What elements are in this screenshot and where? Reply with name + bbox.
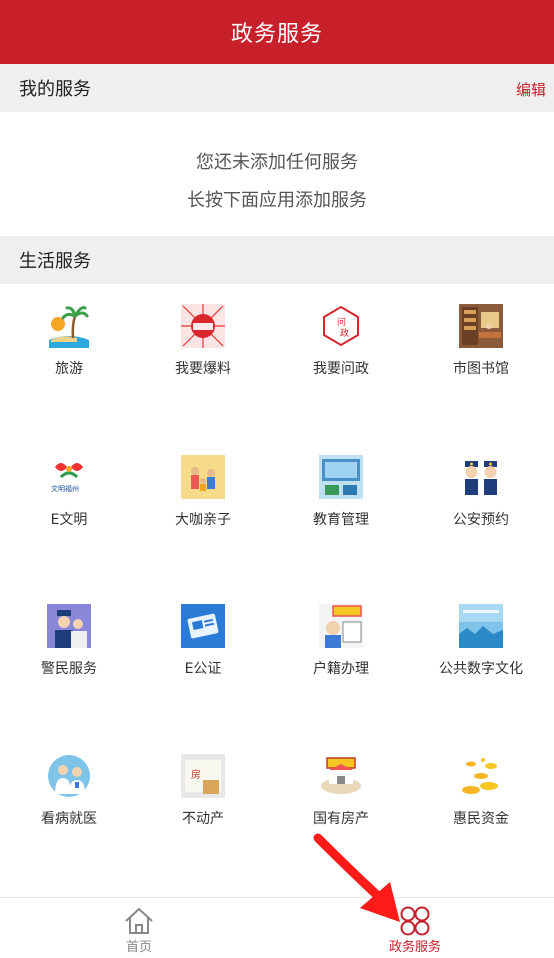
empty-hint-line2: 长按下面应用添加服务	[187, 190, 367, 211]
service-parent-child[interactable]: 大咖亲子	[134, 455, 272, 529]
service-label: 公安预约	[453, 512, 509, 528]
my-services-header: 我的服务 编辑	[0, 64, 554, 112]
service-label: E文明	[50, 512, 88, 528]
ask-government-icon: 问 政	[323, 305, 359, 347]
service-e-notary[interactable]: E公证	[134, 604, 272, 678]
service-label: 国有房产	[313, 811, 369, 827]
household-register-icon	[319, 604, 363, 648]
page-title: 政务服务	[230, 22, 323, 47]
service-label: 大咖亲子	[175, 512, 231, 528]
notary-icon	[181, 604, 225, 648]
parent-child-icon	[181, 455, 225, 499]
service-label: 看病就医	[41, 811, 97, 827]
life-services-title: 生活服务	[19, 251, 91, 272]
svg-text:问: 问	[337, 316, 346, 328]
service-label: 市图书馆	[453, 361, 509, 377]
service-label: 旅游	[55, 361, 83, 377]
education-icon	[319, 455, 363, 499]
service-ask-government[interactable]: 问 政 我要问政	[272, 304, 410, 378]
service-digital-culture[interactable]: 公共数字文化	[412, 604, 550, 678]
tab-gov-services-label: 政务服务	[388, 940, 441, 955]
service-label: 我要爆料	[175, 361, 231, 377]
service-label: 公共数字文化	[439, 661, 523, 677]
service-e-civilization[interactable]: 文明福州 E文明	[0, 455, 138, 529]
tab-home-label: 首页	[125, 940, 152, 955]
real-estate-icon: 房	[181, 754, 225, 798]
home-icon	[125, 907, 153, 934]
service-household-register[interactable]: 户籍办理	[272, 604, 410, 678]
service-library[interactable]: 市图书馆	[412, 304, 550, 378]
service-label: 教育管理	[313, 512, 369, 528]
tab-gov-services[interactable]: 政务服务	[345, 898, 485, 958]
service-label: 不动产	[182, 811, 224, 827]
library-icon	[459, 304, 503, 348]
service-news-tip[interactable]: 我要爆料	[134, 304, 272, 378]
app-header: 政务服务	[0, 0, 554, 64]
doctor-icon	[48, 755, 90, 797]
service-travel[interactable]: 旅游	[0, 304, 138, 378]
news-tip-icon	[181, 304, 225, 348]
service-label: 户籍办理	[313, 661, 369, 677]
service-real-estate[interactable]: 房 不动产	[134, 754, 272, 828]
service-label: 惠民资金	[453, 811, 509, 827]
police-service-icon	[47, 604, 91, 648]
digital-culture-icon	[459, 604, 503, 648]
gov-services-grid-icon	[400, 906, 430, 936]
palm-tree-icon	[49, 306, 89, 348]
service-education[interactable]: 教育管理	[272, 455, 410, 529]
my-services-title: 我的服务	[19, 79, 91, 100]
civilization-logo-icon: 文明福州	[50, 463, 88, 493]
service-police-service[interactable]: 警民服务	[0, 604, 138, 678]
coins-icon	[462, 758, 498, 794]
tab-home[interactable]: 首页	[69, 898, 209, 958]
service-police-appointment[interactable]: 公安预约	[412, 455, 550, 529]
service-benefit-fund[interactable]: 惠民资金	[412, 754, 550, 828]
state-property-icon	[321, 757, 361, 794]
service-doctor[interactable]: 看病就医	[0, 754, 138, 828]
empty-hint-line1: 您还未添加任何服务	[196, 152, 358, 173]
service-label: 警民服务	[41, 661, 97, 677]
svg-text:房: 房	[191, 768, 201, 781]
edit-button[interactable]: 编辑	[516, 79, 546, 100]
bottom-tab-bar: 首页 政务服务	[0, 897, 554, 958]
service-label: E公证	[184, 661, 222, 677]
life-services-header: 生活服务	[0, 236, 554, 284]
service-label: 我要问政	[313, 361, 369, 377]
svg-text:政: 政	[340, 327, 349, 339]
police-appointment-icon	[465, 461, 497, 495]
service-state-property[interactable]: 国有房产	[272, 754, 410, 828]
svg-text:文明福州: 文明福州	[51, 484, 79, 493]
